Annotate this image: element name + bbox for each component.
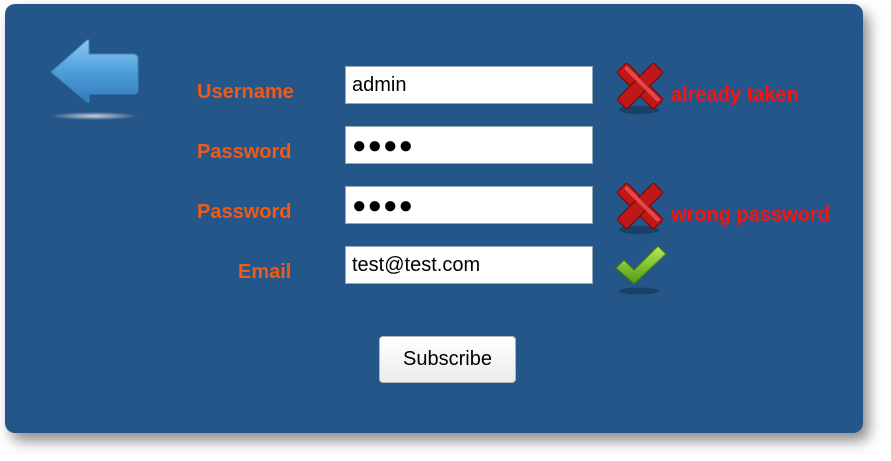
subscribe-button[interactable]: Subscribe	[379, 336, 516, 383]
left-arrow-icon	[50, 39, 139, 120]
password-label: Password	[197, 141, 292, 163]
username-label: Username	[197, 81, 294, 103]
back-button[interactable]	[49, 36, 139, 122]
email-field[interactable]	[345, 246, 593, 284]
username-field[interactable]	[345, 66, 593, 104]
password-field[interactable]: ●●●●	[345, 126, 593, 164]
red-x-icon	[616, 62, 664, 114]
red-x-icon	[616, 182, 664, 234]
password-error-message: wrong password	[671, 204, 830, 226]
email-label: Email	[238, 261, 292, 283]
username-error-message: already taken	[671, 84, 799, 106]
signup-panel: Username already taken Password ●●●● Pas…	[5, 4, 863, 433]
green-check-icon	[615, 245, 667, 295]
password-confirm-label: Password	[197, 201, 292, 223]
password-confirm-field[interactable]: ●●●●	[345, 186, 593, 224]
